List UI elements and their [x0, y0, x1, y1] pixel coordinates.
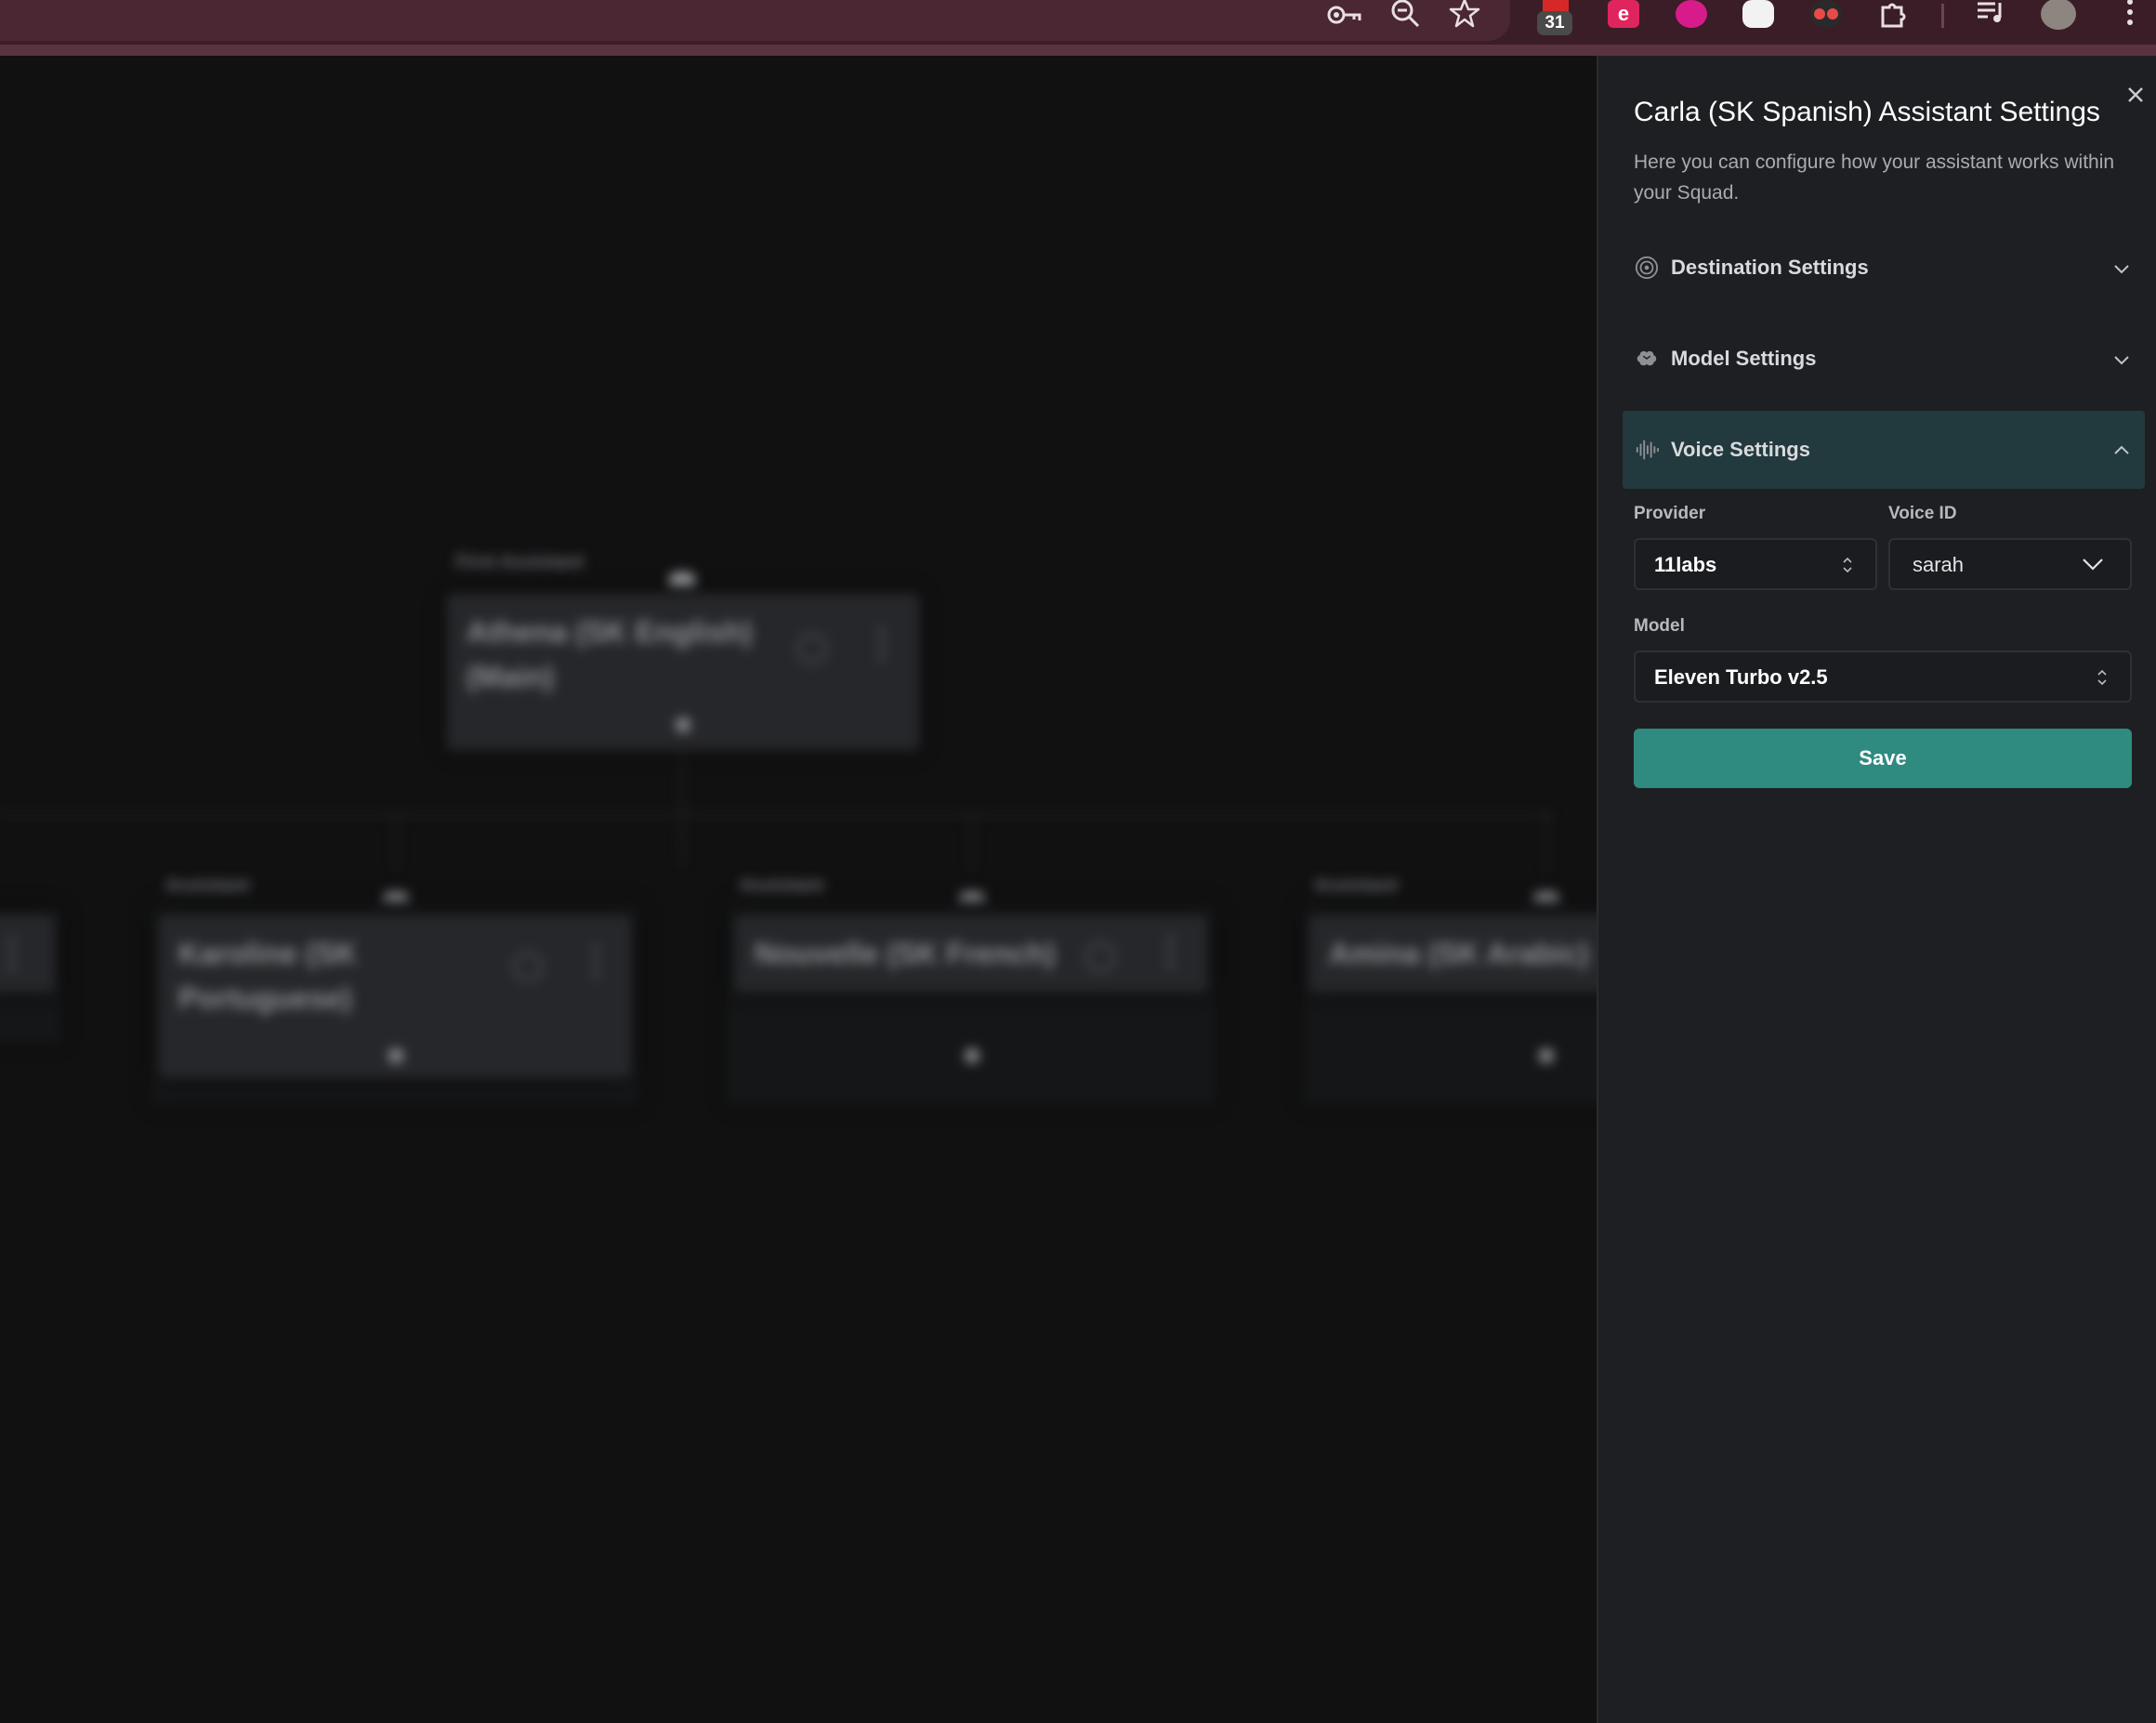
select-updown-icon	[2097, 669, 2107, 686]
gear-icon[interactable]	[513, 952, 543, 981]
extension-pink-icon[interactable]	[1676, 0, 1707, 28]
edge-horizontal	[0, 814, 1552, 816]
brain-icon	[1637, 350, 1657, 366]
toolbar-separator	[1941, 4, 1944, 28]
edge-node-3	[1545, 814, 1547, 870]
voice-settings-section[interactable]: Voice Settings	[1623, 411, 2145, 489]
flow-canvas-content: First Assistant Athena (SK English) (Mai…	[0, 56, 1597, 1723]
model-label: Model	[1634, 616, 1685, 636]
assistant-label: Assistant	[740, 875, 824, 896]
more-icon[interactable]	[2110, 0, 2150, 32]
node-bottom-handle	[1539, 1048, 1554, 1063]
panel-title: Carla (SK Spanish) Assistant Settings	[1634, 97, 2100, 127]
panel-description: Here you can configure how your assistan…	[1634, 151, 2115, 204]
node-menu-icon[interactable]	[1167, 937, 1173, 968]
destination-settings-section[interactable]: Destination Settings	[1623, 229, 2145, 307]
flow-canvas[interactable]: First Assistant Athena (SK English) (Mai…	[0, 56, 1597, 1723]
node-menu-icon[interactable]	[879, 628, 885, 660]
provider-select[interactable]: 11labs	[1634, 538, 1877, 590]
assistant-node-title: Nouvelle (SK French)	[755, 937, 1056, 970]
assistant-node-title: Karoline (SK Portuguese)	[178, 937, 358, 1015]
assistant-node[interactable]: Nouvelle (SK French)	[734, 914, 1208, 993]
browser-toolbar: 31 e	[0, 0, 2156, 56]
chevron-up-icon	[2114, 445, 2129, 454]
chevron-down-icon	[2114, 265, 2129, 274]
node-bottom-handle	[388, 1048, 403, 1063]
gear-icon[interactable]	[1085, 942, 1115, 972]
destination-settings-label: Destination Settings	[1671, 256, 1869, 279]
assistant-node[interactable]: Amina (SK Arabic)	[1308, 914, 1597, 993]
extension-badge: 31	[1537, 11, 1572, 35]
model-settings-section[interactable]: Model Settings	[1623, 320, 2145, 398]
voice-id-value: sarah	[1913, 553, 1965, 576]
node-menu-icon[interactable]	[593, 946, 598, 978]
edge-node-1	[395, 814, 397, 870]
voice-settings-label: Voice Settings	[1671, 438, 1810, 461]
provider-value: 11labs	[1654, 553, 1717, 576]
model-settings-label: Model Settings	[1671, 347, 1817, 370]
toolbar-divider	[0, 45, 2156, 56]
assistant-node-title: Amina (SK Arabic)	[1329, 937, 1589, 970]
extension-glasses-icon[interactable]	[1810, 0, 1842, 28]
partial-assistant-node[interactable]	[0, 914, 56, 993]
main-node-title: Athena (SK English) (Main)	[467, 615, 753, 693]
edge-node-2	[971, 814, 973, 870]
select-updown-icon	[1843, 557, 1852, 573]
profile-avatar[interactable]	[2041, 0, 2076, 30]
assistant-label: Assistant	[165, 875, 250, 896]
target-icon	[1635, 256, 1659, 280]
node-bottom-handle	[965, 1048, 979, 1063]
zoom-out-icon[interactable]	[1385, 0, 1426, 32]
voice-id-select[interactable]: sarah	[1888, 538, 2132, 590]
key-icon[interactable]	[1324, 0, 1365, 33]
extension-ghost-icon[interactable]	[1742, 0, 1774, 28]
chevron-down-icon	[2083, 559, 2103, 571]
address-bar-area[interactable]	[0, 0, 1510, 41]
model-select[interactable]: Eleven Turbo v2.5	[1634, 651, 2132, 703]
close-button[interactable]	[2119, 78, 2152, 112]
extensions-puzzle-icon[interactable]	[1872, 0, 1913, 33]
node-menu-icon[interactable]	[9, 939, 15, 970]
first-assistant-label: First Assistant	[455, 552, 585, 572]
close-icon	[2128, 87, 2143, 102]
model-value: Eleven Turbo v2.5	[1654, 665, 1828, 689]
assistant-settings-panel: Carla (SK Spanish) Assistant Settings He…	[1597, 56, 2156, 1723]
save-button[interactable]: Save	[1634, 729, 2132, 788]
main-node-top-handle	[669, 572, 695, 585]
voice-id-label: Voice ID	[1888, 504, 1957, 523]
star-icon[interactable]	[1444, 0, 1485, 32]
provider-label: Provider	[1634, 504, 1706, 523]
chevron-down-icon	[2114, 356, 2129, 365]
audio-waveform-icon	[1636, 440, 1659, 460]
reading-list-icon[interactable]	[1970, 0, 2011, 32]
main-node-bottom-handle	[676, 717, 690, 732]
extension-e-icon[interactable]: e	[1608, 0, 1639, 28]
gear-icon[interactable]	[797, 634, 827, 664]
assistant-label: Assistant	[1314, 875, 1399, 896]
